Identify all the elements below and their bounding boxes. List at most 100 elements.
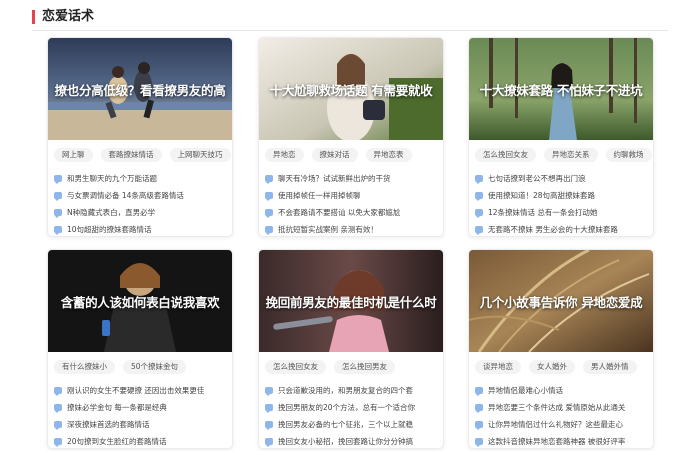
tag-chip[interactable]: 网上聊 xyxy=(54,148,93,162)
section-accent-bar xyxy=(32,10,35,24)
card-title: 十大撩妹套路 不怕妹子不进坑 xyxy=(479,82,643,98)
chat-bubble-icon xyxy=(54,192,62,201)
card-tags: 怎么挽回女友 异地恋关系 约聊救场 xyxy=(475,148,652,162)
article-card[interactable]: 含蓄的人该如何表白说我喜欢 有什么撩妹小 50个撩妹金句 刚认识的女生不要硬撩 … xyxy=(47,249,233,449)
card-article-list: 七句话撩到老公不想再出门浪 使用撩知道！28句高甜撩妹套路 12条撩妹情话 总有… xyxy=(475,170,651,236)
list-item[interactable]: 抵抗短暂实战案例 亲测有效！ xyxy=(265,221,441,236)
tag-chip[interactable]: 女人婚外 xyxy=(529,360,575,374)
list-item[interactable]: 聊天有冷场？试试新鲜出炉的干货 xyxy=(265,170,441,187)
card-article-list: 只会道歉没用的，和男朋友复合的四个套 挽回男朋友的20个方法，总有一个适合你 挽… xyxy=(265,382,441,448)
list-item[interactable]: 异地情侣最难心小情话 xyxy=(475,382,651,399)
list-item[interactable]: 和男生聊天的九个万能话题 xyxy=(54,170,230,187)
list-item-text[interactable]: 和男生聊天的九个万能话题 xyxy=(67,173,157,184)
article-card[interactable]: 几个小故事告诉你 异地恋爱成 谈异地恋 女人婚外 男人婚外情 异地情侣最难心小情… xyxy=(468,249,654,449)
card-title: 撩也分高低级？看看撩男友的高 xyxy=(54,82,226,98)
list-item[interactable]: 撩妹必学金句 每一条都是经典 xyxy=(54,399,230,416)
list-item[interactable]: 使用撩知道！28句高甜撩妹套路 xyxy=(475,187,651,204)
list-item[interactable]: 20句撩到女生脸红的套路情话 xyxy=(54,433,230,448)
card-title-overlay: 挽回前男友的最佳时机是什么时 xyxy=(259,250,443,352)
tag-chip[interactable]: 异地恋表 xyxy=(365,148,412,162)
tag-chip[interactable]: 撩妹对话 xyxy=(311,148,358,162)
article-card[interactable]: 十大撩妹套路 不怕妹子不进坑 怎么挽回女友 异地恋关系 约聊救场 七句话撩到老公… xyxy=(468,37,654,237)
list-item[interactable]: N种隐藏式表白，直男必学 xyxy=(54,204,230,221)
list-item[interactable]: 挽回女友小秘招，挽回套路让你分分钟搞 xyxy=(265,433,441,448)
tag-chip[interactable]: 男人婚外情 xyxy=(583,360,637,374)
list-item-text[interactable]: 撩妹必学金句 每一条都是经典 xyxy=(67,402,167,413)
list-item[interactable]: 挽回男友必备的七个征兆，三个以上就稳 xyxy=(265,416,441,433)
chat-bubble-icon xyxy=(54,438,62,447)
card-title-overlay: 几个小故事告诉你 异地恋爱成 xyxy=(469,250,653,352)
list-item[interactable]: 不会套路请不要搭讪 以免大家都尴尬 xyxy=(265,204,441,221)
list-item[interactable]: 异地恋要三个条件达成 爱情原始从此通关 xyxy=(475,399,651,416)
article-card[interactable]: 十大尬聊救场话题 有需要就收 异地恋 撩妹对话 异地恋表 聊天有冷场？试试新鲜出… xyxy=(258,37,444,237)
tag-chip[interactable]: 套路撩妹情话 xyxy=(100,148,162,162)
list-item[interactable]: 10句超甜的撩妹套路情话 xyxy=(54,221,230,236)
chat-bubble-icon xyxy=(265,421,273,430)
tag-chip[interactable]: 约聊救场 xyxy=(605,148,652,162)
list-item-text[interactable]: 挽回男朋友的20个方法，总有一个适合你 xyxy=(278,402,415,413)
tag-chip[interactable]: 异地恋 xyxy=(265,148,304,162)
card-cover-image[interactable]: 十大撩妹套路 不怕妹子不进坑 xyxy=(469,38,653,140)
list-item[interactable]: 与女票调情必备 14条高级套路情话 xyxy=(54,187,230,204)
list-item[interactable]: 深夜撩妹首选的套路情话 xyxy=(54,416,230,433)
list-item-text[interactable]: 异地情侣最难心小情话 xyxy=(488,385,563,396)
list-item[interactable]: 挽回男朋友的20个方法，总有一个适合你 xyxy=(265,399,441,416)
list-item[interactable]: 七句话撩到老公不想再出门浪 xyxy=(475,170,651,187)
list-item[interactable]: 让你异地情侣过什么礼物好？这些最走心 xyxy=(475,416,651,433)
list-item-text[interactable]: 让你异地情侣过什么礼物好？这些最走心 xyxy=(488,419,623,430)
list-item-text[interactable]: 抵抗短暂实战案例 亲测有效！ xyxy=(278,224,378,235)
chat-bubble-icon xyxy=(54,404,62,413)
card-title: 几个小故事告诉你 异地恋爱成 xyxy=(479,294,643,310)
card-tags: 网上聊 套路撩妹情话 上网聊天技巧 xyxy=(54,148,231,162)
tag-chip[interactable]: 50个撩妹金句 xyxy=(123,360,187,374)
tag-chip[interactable]: 怎么挽回女友 xyxy=(265,360,326,374)
list-item-text[interactable]: 不会套路请不要搭讪 以免大家都尴尬 xyxy=(278,207,400,218)
list-item-text[interactable]: 只会道歉没用的，和男朋友复合的四个套 xyxy=(278,385,413,396)
list-item-text[interactable]: 挽回男友必备的七个征兆，三个以上就稳 xyxy=(278,419,413,430)
chat-bubble-icon xyxy=(475,209,483,218)
list-item-text[interactable]: 20句撩到女生脸红的套路情话 xyxy=(67,436,167,447)
article-card[interactable]: 挽回前男友的最佳时机是什么时 怎么挽回女友 怎么挽回男友 只会道歉没用的，和男朋… xyxy=(258,249,444,449)
chat-bubble-icon xyxy=(265,387,273,396)
list-item[interactable]: 使用掉帧任一样用掉帧聊 xyxy=(265,187,441,204)
list-item-text[interactable]: 刚认识的女生不要硬撩 还因出击效果更佳 xyxy=(67,385,204,396)
list-item-text[interactable]: 深夜撩妹首选的套路情话 xyxy=(67,419,150,430)
tag-chip[interactable]: 异地恋关系 xyxy=(544,148,598,162)
section-title: 恋爱话术 xyxy=(42,9,95,24)
list-item-text[interactable]: 聊天有冷场？试试新鲜出炉的干货 xyxy=(278,173,391,184)
list-item-text[interactable]: 使用掉帧任一样用掉帧聊 xyxy=(278,190,361,201)
list-item[interactable]: 无套路不撩妹 男生必会的十大撩妹套路 xyxy=(475,221,651,236)
list-item-text[interactable]: 10句超甜的撩妹套路情话 xyxy=(67,224,152,235)
card-cover-image[interactable]: 十大尬聊救场话题 有需要就收 xyxy=(259,38,443,140)
list-item-text[interactable]: 无套路不撩妹 男生必会的十大撩妹套路 xyxy=(488,224,618,235)
card-tags: 异地恋 撩妹对话 异地恋表 xyxy=(265,148,412,162)
list-item-text[interactable]: 使用撩知道！28句高甜撩妹套路 xyxy=(488,190,595,201)
list-item-text[interactable]: N种隐藏式表白，直男必学 xyxy=(67,207,155,218)
tag-chip[interactable]: 怎么挽回女友 xyxy=(475,148,536,162)
tag-chip[interactable]: 谈异地恋 xyxy=(475,360,521,374)
article-card[interactable]: 撩也分高低级？看看撩男友的高 网上聊 套路撩妹情话 上网聊天技巧 和男生聊天的九… xyxy=(47,37,233,237)
tag-chip[interactable]: 上网聊天技巧 xyxy=(169,148,231,162)
list-item-text[interactable]: 这款抖音撩妹异地恋套路神器 被很好评率 xyxy=(488,436,625,447)
list-item-text[interactable]: 挽回女友小秘招，挽回套路让你分分钟搞 xyxy=(278,436,413,447)
card-title: 十大尬聊救场话题 有需要就收 xyxy=(269,82,433,98)
tag-chip[interactable]: 有什么撩妹小 xyxy=(54,360,115,374)
card-cover-image[interactable]: 含蓄的人该如何表白说我喜欢 xyxy=(48,250,232,352)
card-tags: 有什么撩妹小 50个撩妹金句 xyxy=(54,360,187,374)
list-item-text[interactable]: 与女票调情必备 14条高级套路情话 xyxy=(67,190,184,201)
list-item-text[interactable]: 异地恋要三个条件达成 爱情原始从此通关 xyxy=(488,402,625,413)
list-item-text[interactable]: 12条撩妹情话 总有一条会打动她 xyxy=(488,207,597,218)
section-header: 恋爱话术 xyxy=(32,8,668,31)
list-item[interactable]: 这款抖音撩妹异地恋套路神器 被很好评率 xyxy=(475,433,651,448)
list-item-text[interactable]: 七句话撩到老公不想再出门浪 xyxy=(488,173,586,184)
tag-chip[interactable]: 怎么挽回男友 xyxy=(334,360,395,374)
card-title: 挽回前男友的最佳时机是什么时 xyxy=(265,294,437,310)
chat-bubble-icon xyxy=(265,226,273,235)
list-item[interactable]: 刚认识的女生不要硬撩 还因出击效果更佳 xyxy=(54,382,230,399)
list-item[interactable]: 只会道歉没用的，和男朋友复合的四个套 xyxy=(265,382,441,399)
card-cover-image[interactable]: 挽回前男友的最佳时机是什么时 xyxy=(259,250,443,352)
card-cover-image[interactable]: 几个小故事告诉你 异地恋爱成 xyxy=(469,250,653,352)
list-item[interactable]: 12条撩妹情话 总有一条会打动她 xyxy=(475,204,651,221)
card-title-overlay: 含蓄的人该如何表白说我喜欢 xyxy=(48,250,232,352)
card-cover-image[interactable]: 撩也分高低级？看看撩男友的高 xyxy=(48,38,232,140)
